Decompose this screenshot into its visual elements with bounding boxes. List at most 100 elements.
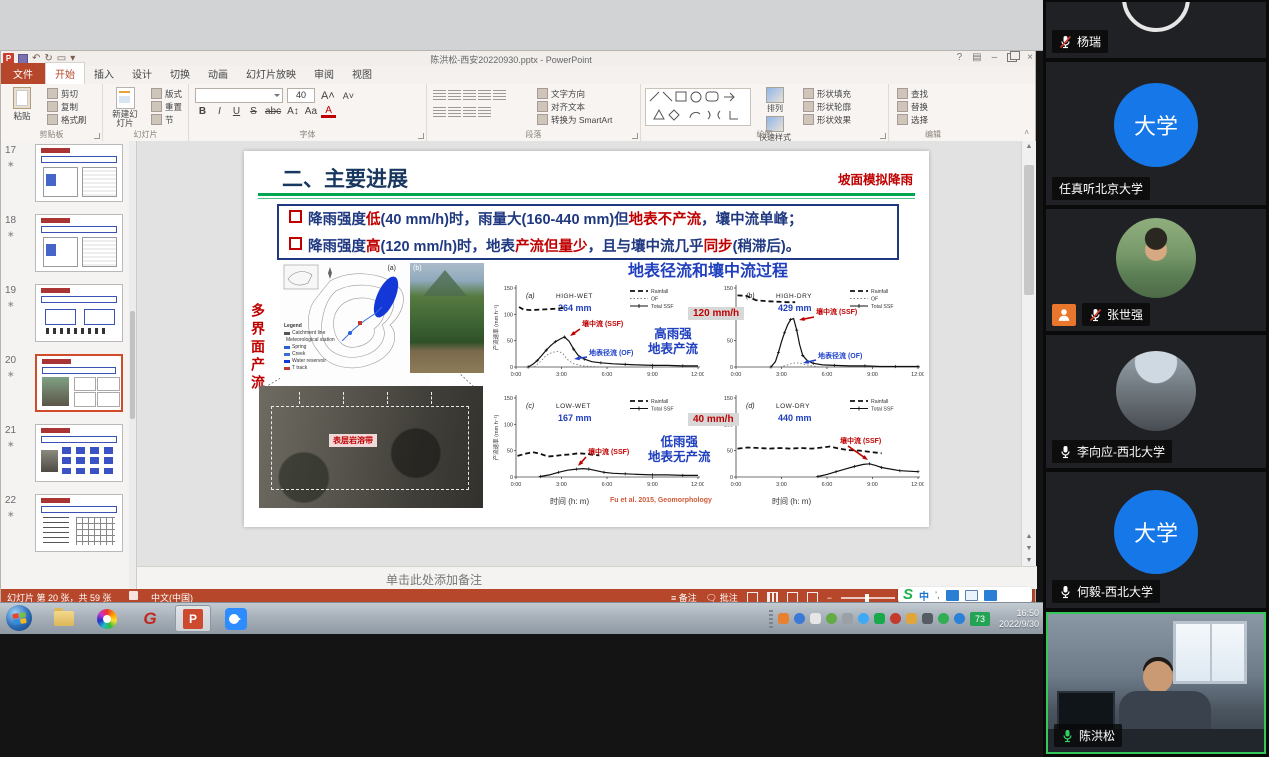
editing-item-选择[interactable]: 选择	[897, 113, 928, 126]
drawing-dialog-launcher-icon[interactable]	[880, 133, 886, 139]
tab-审阅[interactable]: 审阅	[305, 63, 343, 84]
font-button-abc[interactable]: abc	[263, 106, 283, 118]
ribbon-display-button[interactable]: ▤	[972, 52, 981, 63]
tray-icon[interactable]	[842, 613, 853, 624]
font-dialog-launcher-icon[interactable]	[418, 133, 424, 139]
paragraph-item-文字方向[interactable]: 文字方向	[537, 87, 612, 100]
tab-幻灯片放映[interactable]: 幻灯片放映	[237, 63, 305, 84]
tab-设计[interactable]: 设计	[123, 63, 161, 84]
font-button-I[interactable]: I	[212, 106, 227, 118]
clipboard-item-格式刷[interactable]: 格式刷	[47, 113, 87, 126]
font-button-A↕[interactable]: A↕	[285, 106, 301, 118]
font-button-B[interactable]: B	[195, 106, 210, 118]
clipboard-dialog-launcher-icon[interactable]	[94, 133, 100, 139]
start-button[interactable]	[6, 605, 32, 631]
ime-punctuation[interactable]: ’,	[935, 590, 940, 600]
slide-thumbnail-22[interactable]	[35, 494, 123, 552]
participant-tile-任真听北京大学[interactable]: 大学任真听北京大学	[1046, 62, 1266, 205]
paragraph-item-对齐文本[interactable]: 对齐文本	[537, 100, 612, 113]
tray-icon[interactable]	[874, 613, 885, 624]
ime-language-mode[interactable]: 中	[919, 588, 929, 603]
font-button-S[interactable]: S	[246, 106, 261, 118]
tab-切换[interactable]: 切换	[161, 63, 199, 84]
tray-icon[interactable]	[794, 613, 805, 624]
slide-thumbnail-row[interactable]: 18∗	[1, 211, 136, 281]
zoom-slider[interactable]	[841, 597, 895, 599]
thumbnail-scrollbar[interactable]	[129, 141, 136, 589]
spellcheck-icon[interactable]	[129, 591, 138, 600]
tab-插入[interactable]: 插入	[85, 63, 123, 84]
tab-开始[interactable]: 开始	[45, 62, 85, 84]
paragraph-item-转换为 SmartArt[interactable]: 转换为 SmartArt	[537, 113, 612, 126]
battery-indicator[interactable]: 73	[970, 612, 990, 626]
slide-thumbnail-21[interactable]	[35, 424, 123, 482]
clipboard-item-复制[interactable]: 复制	[47, 100, 87, 113]
grow-font-icon[interactable]: A˄	[319, 90, 337, 102]
sogou-logo-icon[interactable]: S	[903, 588, 913, 602]
taskbar-clock[interactable]: 16:50 2022/9/30	[999, 608, 1039, 630]
shape-style-item-形状效果[interactable]: 形状效果	[803, 113, 851, 126]
slides-item-节[interactable]: 节	[151, 113, 182, 126]
slide-thumbnail-17[interactable]	[35, 144, 123, 202]
participant-tile-李向应-西北大学[interactable]: 李向应-西北大学	[1046, 335, 1266, 468]
notes-pane[interactable]: 单击此处添加备注	[137, 566, 1037, 589]
tray-icon[interactable]	[826, 613, 837, 624]
tray-icon[interactable]	[906, 613, 917, 624]
ime-mic-icon[interactable]	[946, 590, 959, 601]
tray-icon[interactable]	[858, 613, 869, 624]
ime-toolbox-icon[interactable]	[984, 590, 997, 601]
slides-item-版式[interactable]: 版式	[151, 87, 182, 100]
tray-icon[interactable]	[954, 613, 965, 624]
minimize-button[interactable]: –	[992, 52, 998, 63]
bullet-list-icons[interactable]	[433, 87, 508, 105]
zoom-out-icon[interactable]: −	[827, 593, 832, 603]
tab-动画[interactable]: 动画	[199, 63, 237, 84]
tab-文件[interactable]: 文件	[1, 63, 45, 84]
tray-icon[interactable]	[778, 613, 789, 624]
participant-tile-张世强[interactable]: 张世强	[1046, 209, 1266, 331]
slide-thumbnail-row[interactable]: 21∗	[1, 421, 136, 491]
editing-item-替换[interactable]: 替换	[897, 100, 928, 113]
paragraph-dialog-launcher-icon[interactable]	[632, 133, 638, 139]
drawing-排列[interactable]: 排列	[755, 87, 795, 114]
editing-item-查找[interactable]: 查找	[897, 87, 928, 100]
slide-thumbnail-row[interactable]: 17∗	[1, 141, 136, 211]
canvas-scrollbar[interactable]: ▲ ▲ ▼ ▼	[1021, 141, 1036, 566]
new-slide-button[interactable]: 新建幻灯片	[105, 87, 145, 128]
taskbar-meeting-app-icon[interactable]	[218, 605, 254, 632]
slide-thumbnail-row[interactable]: 19∗	[1, 281, 136, 351]
tray-icon[interactable]	[810, 613, 821, 624]
help-button[interactable]: ?	[957, 52, 963, 63]
participant-tile-何毅-西北大学[interactable]: 大学何毅-西北大学	[1046, 472, 1266, 608]
tray-expand-handle[interactable]	[769, 610, 773, 628]
participant-tile-陈洪松[interactable]: 陈洪松	[1046, 612, 1266, 754]
tray-icon[interactable]	[890, 613, 901, 624]
shape-style-item-形状轮廓[interactable]: 形状轮廓	[803, 100, 851, 113]
paste-button[interactable]: 粘贴	[3, 87, 41, 122]
shapes-gallery[interactable]	[645, 88, 751, 126]
close-button[interactable]: ×	[1027, 52, 1033, 63]
alignment-icons[interactable]	[433, 104, 493, 122]
ime-toolbar[interactable]: S 中 ’,	[898, 587, 1032, 603]
ime-keyboard-icon[interactable]	[965, 590, 978, 601]
tab-视图[interactable]: 视图	[343, 63, 381, 84]
collapse-ribbon-icon[interactable]: ˄	[1024, 128, 1029, 137]
save-icon[interactable]	[18, 54, 28, 64]
slide-thumbnail-row[interactable]: 20∗	[1, 351, 136, 421]
font-button-U[interactable]: U	[229, 106, 244, 118]
shrink-font-icon[interactable]: A˅	[341, 91, 356, 101]
taskbar-sogou-browser-icon[interactable]: G	[132, 605, 168, 632]
slide-thumbnail-18[interactable]	[35, 214, 123, 272]
font-size-select[interactable]: 40	[287, 88, 315, 103]
shape-style-item-形状填充[interactable]: 形状填充	[803, 87, 851, 100]
font-name-select[interactable]	[195, 88, 283, 103]
taskbar-folder-icon[interactable]	[46, 605, 82, 632]
font-button-A[interactable]: A	[321, 106, 336, 118]
tray-icon[interactable]	[938, 613, 949, 624]
restore-button[interactable]	[1007, 53, 1017, 62]
slide-thumbnail-row[interactable]: 22∗	[1, 491, 136, 561]
font-button-Aa[interactable]: Aa	[303, 106, 319, 118]
tray-icon[interactable]	[922, 613, 933, 624]
participant-tile-杨瑞[interactable]: 杨瑞	[1046, 2, 1266, 58]
taskbar-browser-icon[interactable]	[89, 605, 125, 632]
